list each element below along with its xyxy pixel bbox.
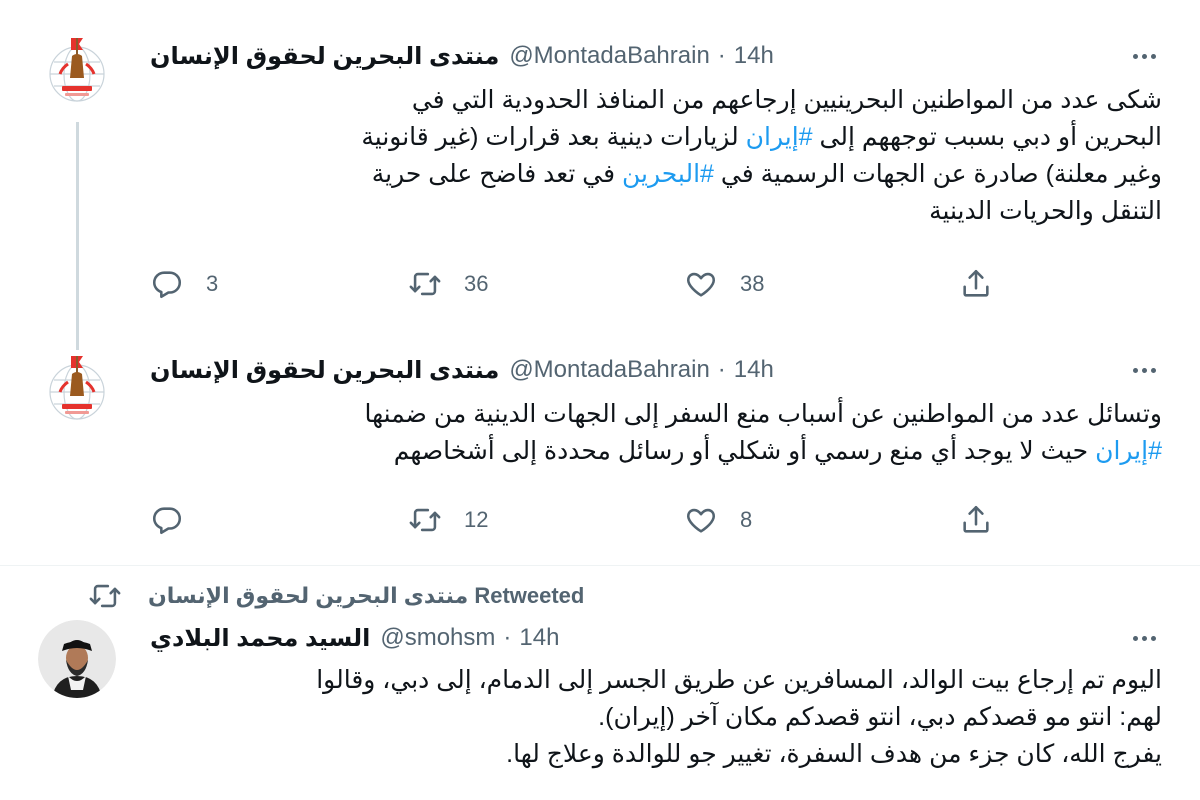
text-segment: التنقل والحريات الدينية [929,197,1162,225]
tweet-actions: 12 8 [150,502,1010,538]
tweet-text-line: اليوم تم إرجاع بيت الوالد، المسافرين عن … [140,662,1162,699]
retweet-icon [408,503,442,537]
more-button[interactable] [1128,358,1160,382]
retweet-button[interactable]: 12 [408,502,488,538]
text-segment: لهم: انتو مو قصدكم دبي، انتو قصدكم مكان … [598,703,1162,731]
tweet-text-line: يفرج الله، كان جزء من هدف السفرة، تغيير … [140,736,1162,773]
tweet-text-line: التنقل والحريات الدينية [140,193,1162,230]
tweet-text-line: وغير معلنة) صادرة عن الجهات الرسمية في #… [140,156,1162,193]
organization-logo-icon [38,352,116,430]
tweet-header: منتدى البحرين لحقوق الإنسان @MontadaBahr… [150,40,774,72]
separator: · [503,624,512,651]
text-segment: وتسائل عدد من المواطنين عن أسباب منع الس… [364,400,1162,428]
retweet-count: 12 [464,507,489,532]
text-segment: شكى عدد من المواطنين البحرينيين إرجاعهم … [411,86,1162,114]
reply-icon [150,503,184,537]
tweet-text: شكى عدد من المواطنين البحرينيين إرجاعهم … [140,82,1162,230]
timestamp[interactable]: 14h [519,624,559,652]
display-name[interactable]: منتدى البحرين لحقوق الإنسان [150,356,499,385]
display-name[interactable]: السيد محمد البلادي [150,624,370,653]
tweet-text-line: شكى عدد من المواطنين البحرينيين إرجاعهم … [140,82,1162,119]
more-horizontal-icon [1132,53,1138,59]
tweet-text-line: #إيران حيث لا يوجد أي منع رسمي أو شكلي أ… [140,433,1162,470]
heart-icon [684,267,718,301]
user-handle[interactable]: @MontadaBahrain [509,42,709,70]
text-segment: البحرين أو دبي بسبب توجههم إلى [812,123,1162,151]
reply-count: 3 [206,271,219,296]
like-count: 38 [740,271,765,296]
more-horizontal-icon [1132,367,1138,373]
share-icon [959,267,993,301]
user-photo-icon [38,620,116,698]
hashtag-link[interactable]: #إيران [1095,437,1162,465]
text-segment: اليوم تم إرجاع بيت الوالد، المسافرين عن … [316,666,1162,694]
timestamp[interactable]: 14h [734,356,774,384]
retweet-icon [88,579,122,613]
like-button[interactable]: 38 [684,266,764,302]
tweet-text: وتسائل عدد من المواطنين عن أسباب منع الس… [140,396,1162,470]
hashtag-link[interactable]: #إيران [746,123,813,151]
share-button[interactable] [959,502,993,538]
separator: · [717,42,726,69]
more-horizontal-icon [1132,635,1138,641]
tweet-header: السيد محمد البلادي @smohsm · 14h [150,622,559,654]
text-segment: يفرج الله، كان جزء من هدف السفرة، تغيير … [506,740,1162,768]
retweet-button[interactable]: 36 [408,266,488,302]
timestamp[interactable]: 14h [734,42,774,70]
more-button[interactable] [1128,626,1160,650]
separator: · [717,356,726,383]
avatar[interactable] [38,352,116,430]
tweet-text: اليوم تم إرجاع بيت الوالد، المسافرين عن … [140,662,1162,773]
tweet-header: منتدى البحرين لحقوق الإنسان @MontadaBahr… [150,354,774,386]
tweet-text-line: وتسائل عدد من المواطنين عن أسباب منع الس… [140,396,1162,433]
tweet-text-line: البحرين أو دبي بسبب توجههم إلى #إيران لز… [140,119,1162,156]
like-count: 8 [740,507,753,532]
tweet-actions: 3 36 38 [150,266,1010,302]
display-name[interactable]: منتدى البحرين لحقوق الإنسان [150,42,499,71]
more-button[interactable] [1128,44,1160,68]
share-button[interactable] [959,266,993,302]
tweet[interactable]: منتدى البحرين لحقوق الإنسان @MontadaBahr… [0,0,1200,350]
like-button[interactable]: 8 [684,502,752,538]
thread-line [76,122,79,350]
retweet-context-label: منتدى البحرين لحقوق الإنسان Retweeted [148,583,585,608]
text-segment: لزيارات دينية بعد قرارات (غير قانونية [361,123,746,151]
retweet-context[interactable]: منتدى البحرين لحقوق الإنسان Retweeted [88,580,584,612]
tweet[interactable]: منتدى البحرين لحقوق الإنسان Retweeted ال… [0,566,1200,800]
retweet-count: 36 [464,271,489,296]
hashtag-link[interactable]: #البحرين [622,160,714,188]
retweet-icon [408,267,442,301]
organization-logo-icon [38,34,116,112]
user-handle[interactable]: @MontadaBahrain [509,356,709,384]
share-icon [959,503,993,537]
reply-button[interactable] [150,502,184,538]
user-handle[interactable]: @smohsm [380,624,495,652]
reply-icon [150,267,184,301]
reply-button[interactable]: 3 [150,266,218,302]
tweet-text-line: لهم: انتو مو قصدكم دبي، انتو قصدكم مكان … [140,699,1162,736]
avatar[interactable] [38,620,116,698]
text-segment: وغير معلنة) صادرة عن الجهات الرسمية في [713,160,1162,188]
text-segment: في تعد فاضح على حرية [371,160,622,188]
heart-icon [684,503,718,537]
text-segment: حيث لا يوجد أي منع رسمي أو شكلي أو رسائل… [393,437,1096,465]
tweet[interactable]: منتدى البحرين لحقوق الإنسان @MontadaBahr… [0,340,1200,565]
avatar[interactable] [38,34,116,112]
